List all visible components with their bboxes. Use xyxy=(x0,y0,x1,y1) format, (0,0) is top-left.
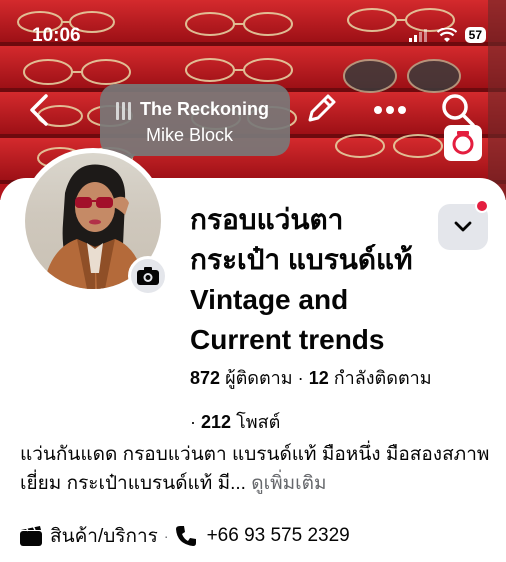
cover-photo-camera-button[interactable] xyxy=(444,125,482,161)
clapperboard-icon xyxy=(20,526,42,546)
profile-picture-camera-button[interactable] xyxy=(128,256,168,296)
page-name-line: กรอบแว่นตา xyxy=(190,204,344,235)
camera-icon xyxy=(137,267,159,285)
stats-separator: · xyxy=(190,412,196,432)
battery-indicator: 57 xyxy=(464,27,486,43)
page-name: กรอบแว่นตา กระเป๋า แบรนด์แท้ Vintage and… xyxy=(190,200,440,360)
contact-separator: · xyxy=(163,528,169,544)
search-icon[interactable] xyxy=(440,92,476,128)
status-icons: 57 xyxy=(408,27,486,43)
page-category: สินค้า/บริการ xyxy=(50,526,158,547)
profile-music-pill[interactable]: The Reckoning Mike Block xyxy=(100,84,290,166)
page-name-line: Vintage and xyxy=(190,284,349,315)
notification-dot xyxy=(475,199,489,213)
profile-stats: 872 ผู้ติดตาม · 12 กำลังติดตาม · 212 โพส… xyxy=(190,356,490,444)
back-arrow-icon[interactable] xyxy=(24,92,54,128)
camera-icon xyxy=(452,131,474,155)
song-artist: Mike Block xyxy=(146,125,234,145)
wifi-icon xyxy=(436,27,457,42)
posts-label: โพสต์ xyxy=(236,412,281,432)
status-bar: 10:06 57 xyxy=(0,0,506,58)
following-label[interactable]: กำลังติดตาม xyxy=(334,368,432,388)
profile-contact-row: สินค้า/บริการ · +66 93 575 2329 xyxy=(20,522,490,550)
more-options-icon[interactable] xyxy=(372,104,408,116)
music-bars-icon xyxy=(116,102,131,120)
stats-row-1: 872 ผู้ติดตาม · 12 กำลังติดตาม xyxy=(190,356,490,400)
page-name-line: กระเป๋า แบรนด์แท้ xyxy=(190,244,413,275)
profile-bio: แว่นกันแดด กรอบแว่นตา แบรนด์แท้ มือหนึ่ง… xyxy=(20,440,490,498)
see-more-link[interactable]: ดูเพิ่มเติม xyxy=(251,473,326,494)
edit-pencil-icon[interactable] xyxy=(304,92,338,126)
song-title: The Reckoning xyxy=(140,99,270,119)
status-time: 10:06 xyxy=(32,25,81,46)
chevron-down-icon xyxy=(454,221,472,232)
following-count[interactable]: 12 xyxy=(309,368,329,388)
phone-number[interactable]: +66 93 575 2329 xyxy=(207,525,350,547)
followers-label[interactable]: ผู้ติดตาม xyxy=(225,368,293,388)
stats-separator: · xyxy=(297,368,304,388)
phone-icon xyxy=(175,526,196,546)
stats-row-2: · 212 โพสต์ xyxy=(190,400,490,444)
cellular-signal-icon xyxy=(408,29,427,42)
page-name-line: Current trends xyxy=(190,324,385,355)
followers-count[interactable]: 872 xyxy=(190,368,220,388)
posts-count: 212 xyxy=(201,412,232,432)
